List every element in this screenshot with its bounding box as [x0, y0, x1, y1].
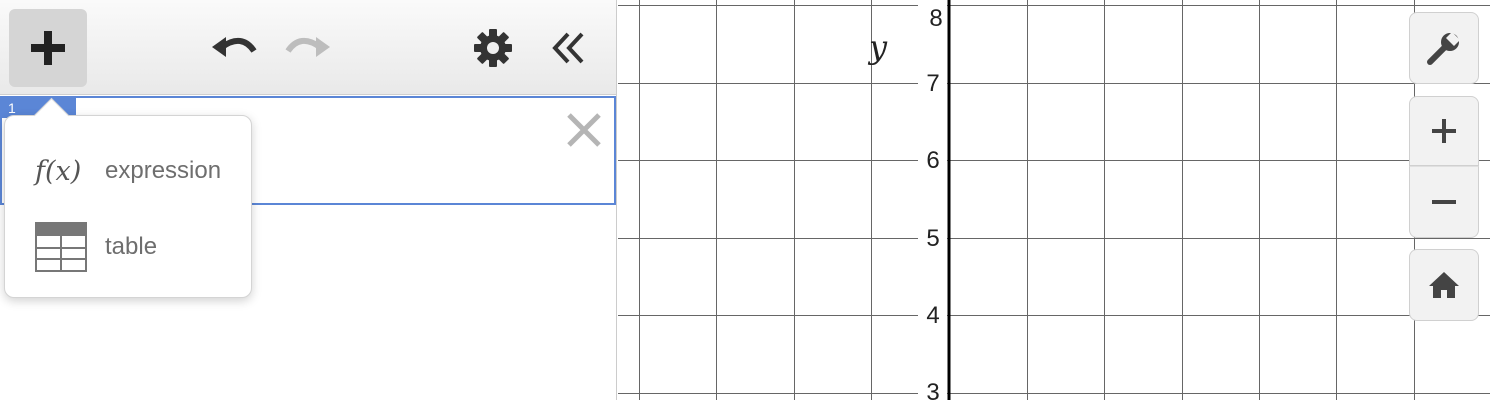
delete-expression-button[interactable]: [564, 110, 604, 150]
zoom-out-button[interactable]: [1409, 166, 1479, 238]
menu-item-table[interactable]: table: [5, 216, 251, 278]
default-zoom-button[interactable]: [1409, 249, 1479, 321]
y-tick-label: 7: [926, 70, 939, 97]
add-item-button[interactable]: [9, 9, 87, 87]
menu-item-label: expression: [105, 157, 222, 184]
y-tick-label: 6: [926, 147, 939, 174]
zoom-in-button[interactable]: [1409, 96, 1479, 166]
graph-settings-button[interactable]: [1409, 12, 1479, 84]
close-icon: [567, 113, 601, 147]
y-tick-label: 5: [926, 225, 939, 252]
plus-icon: [1432, 119, 1456, 143]
double-chevron-left-icon: [552, 32, 584, 64]
redo-button[interactable]: [280, 22, 338, 72]
y-axis-ticks: 8 7 6 5 4 3: [918, 4, 947, 405]
graph-canvas[interactable]: 8 7 6 5 4 3 y: [618, 0, 1490, 405]
plus-icon: [31, 31, 65, 65]
expression-panel: 1 f(x) expression table: [0, 0, 617, 400]
minus-icon: [1432, 200, 1456, 204]
y-tick-label: 3: [926, 379, 939, 400]
collapse-panel-button[interactable]: [542, 22, 594, 74]
wrench-icon: [1427, 32, 1460, 65]
y-tick-label: 4: [926, 302, 939, 329]
menu-item-expression[interactable]: f(x) expression: [5, 140, 251, 202]
undo-button[interactable]: [204, 22, 262, 72]
settings-button[interactable]: [467, 22, 519, 74]
toolbar: [0, 0, 616, 95]
y-axis-label: y: [867, 28, 888, 66]
gear-icon: [474, 29, 512, 67]
table-icon: [35, 222, 87, 272]
graph-grid: 8 7 6 5 4 3 y: [618, 0, 1490, 405]
redo-icon: [285, 37, 330, 57]
add-item-menu: f(x) expression table: [4, 97, 252, 298]
home-icon: [1429, 272, 1459, 298]
y-tick-label: 8: [929, 5, 942, 32]
menu-item-label: table: [105, 233, 158, 260]
function-icon: f(x): [35, 155, 82, 187]
undo-icon: [212, 37, 257, 57]
